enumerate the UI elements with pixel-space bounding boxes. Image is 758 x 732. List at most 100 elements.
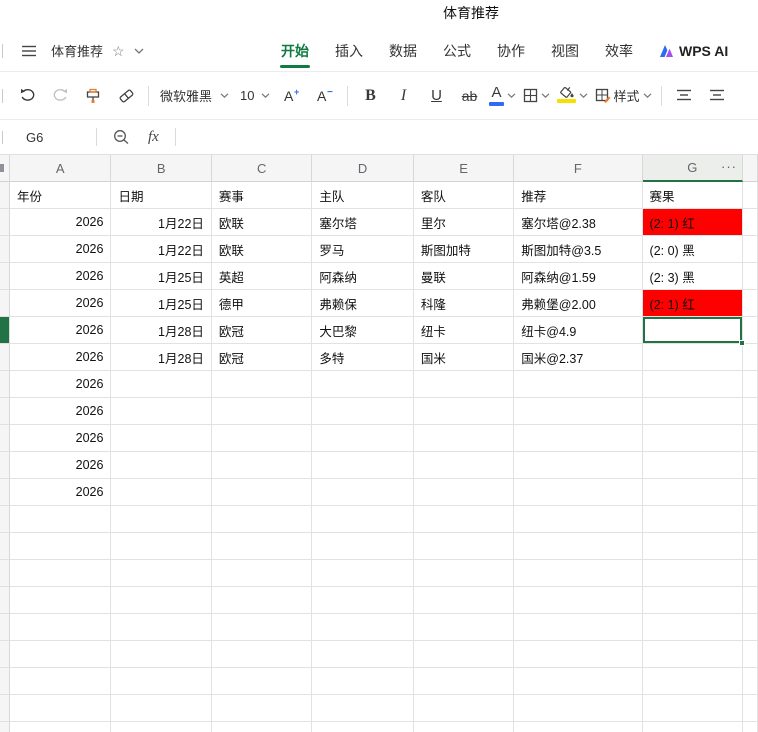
cell[interactable] (211, 452, 313, 479)
cell[interactable] (743, 722, 758, 732)
underline-button[interactable]: U (423, 81, 449, 111)
cell[interactable] (10, 641, 112, 668)
column-header[interactable]: A (10, 155, 112, 182)
cell[interactable] (211, 425, 313, 452)
cell[interactable] (211, 560, 313, 587)
row-header[interactable] (0, 344, 10, 371)
cell[interactable]: 1月25日 (111, 263, 212, 290)
cell[interactable] (211, 695, 313, 722)
fill-handle[interactable] (739, 340, 745, 346)
cell[interactable] (514, 587, 643, 614)
cell[interactable]: 国米@2.37 (514, 344, 643, 371)
column-header[interactable]: C (211, 155, 313, 182)
cell[interactable]: 2026 (10, 452, 112, 479)
cell[interactable]: 2026 (10, 290, 112, 317)
cell[interactable] (413, 614, 515, 641)
cell[interactable] (10, 695, 112, 722)
font-color-button[interactable]: A (489, 81, 515, 111)
cell[interactable] (743, 209, 758, 236)
cell[interactable] (111, 722, 212, 732)
cell[interactable]: 2026 (10, 263, 112, 290)
cell[interactable] (312, 668, 414, 695)
column-header[interactable]: B (111, 155, 212, 182)
cell[interactable] (514, 614, 643, 641)
cell[interactable]: 2026 (10, 317, 112, 344)
undo-button[interactable] (14, 81, 40, 111)
cell[interactable] (514, 398, 643, 425)
cell[interactable] (111, 452, 212, 479)
cell[interactable] (111, 614, 212, 641)
italic-button[interactable]: I (390, 81, 416, 111)
cell[interactable] (413, 425, 515, 452)
header-cell[interactable]: 推荐 (514, 182, 643, 209)
cell[interactable] (211, 722, 313, 732)
cell[interactable] (312, 641, 414, 668)
cell[interactable]: 阿森纳@1.59 (514, 263, 643, 290)
cell[interactable] (642, 695, 743, 722)
doc-menu-chevron-icon[interactable] (134, 48, 144, 54)
cell[interactable] (743, 290, 758, 317)
cell[interactable] (743, 398, 758, 425)
cell[interactable] (111, 587, 212, 614)
header-cell[interactable]: 日期 (111, 182, 212, 209)
cell[interactable] (514, 695, 643, 722)
row-header[interactable] (0, 263, 10, 290)
cell[interactable] (111, 641, 212, 668)
cell[interactable] (211, 587, 313, 614)
cell[interactable] (743, 317, 758, 344)
cell[interactable] (413, 560, 515, 587)
cell[interactable] (514, 425, 643, 452)
cell[interactable] (642, 398, 743, 425)
cell[interactable] (642, 587, 743, 614)
cell[interactable]: 1月28日 (111, 317, 212, 344)
cell[interactable] (10, 668, 112, 695)
cell[interactable] (211, 533, 313, 560)
cell[interactable] (514, 479, 643, 506)
cell[interactable] (642, 371, 743, 398)
cell[interactable] (413, 587, 515, 614)
cell[interactable]: 2026 (10, 398, 112, 425)
cell[interactable] (111, 479, 212, 506)
cell[interactable] (514, 722, 643, 732)
increase-font-button[interactable]: A + (279, 81, 305, 111)
cell[interactable]: 纽卡 (413, 317, 515, 344)
eraser-button[interactable] (113, 81, 139, 111)
tab-data[interactable]: 数据 (388, 32, 418, 70)
cell[interactable] (413, 668, 515, 695)
cell[interactable] (312, 587, 414, 614)
row-header[interactable] (0, 506, 10, 533)
header-cell[interactable]: 年份 (10, 182, 112, 209)
cell[interactable] (111, 425, 212, 452)
cell[interactable] (642, 506, 743, 533)
cell[interactable] (642, 344, 743, 371)
cell[interactable] (111, 398, 212, 425)
column-header[interactable]: G ··· (642, 155, 743, 182)
cell[interactable] (514, 668, 643, 695)
row-header[interactable] (0, 587, 10, 614)
cell[interactable] (211, 479, 313, 506)
row-header[interactable] (0, 398, 10, 425)
cell[interactable] (10, 506, 112, 533)
cell[interactable]: 1月25日 (111, 290, 212, 317)
cell[interactable] (743, 479, 758, 506)
cell[interactable] (743, 371, 758, 398)
cell[interactable] (312, 722, 414, 732)
cell[interactable] (642, 452, 743, 479)
cell[interactable]: 1月22日 (111, 209, 212, 236)
cell[interactable] (413, 641, 515, 668)
font-size-select[interactable]: 10 (238, 88, 272, 103)
cell[interactable] (642, 479, 743, 506)
cell[interactable] (743, 641, 758, 668)
cell[interactable] (312, 452, 414, 479)
row-header[interactable] (0, 425, 10, 452)
cell[interactable] (743, 533, 758, 560)
cell[interactable] (312, 614, 414, 641)
row-header[interactable] (0, 371, 10, 398)
row-header[interactable] (0, 722, 10, 732)
cell[interactable] (514, 371, 643, 398)
cell[interactable] (413, 398, 515, 425)
cell[interactable] (413, 452, 515, 479)
name-box[interactable]: G6 (0, 130, 96, 145)
cell[interactable] (312, 506, 414, 533)
format-painter-button[interactable] (80, 81, 106, 111)
